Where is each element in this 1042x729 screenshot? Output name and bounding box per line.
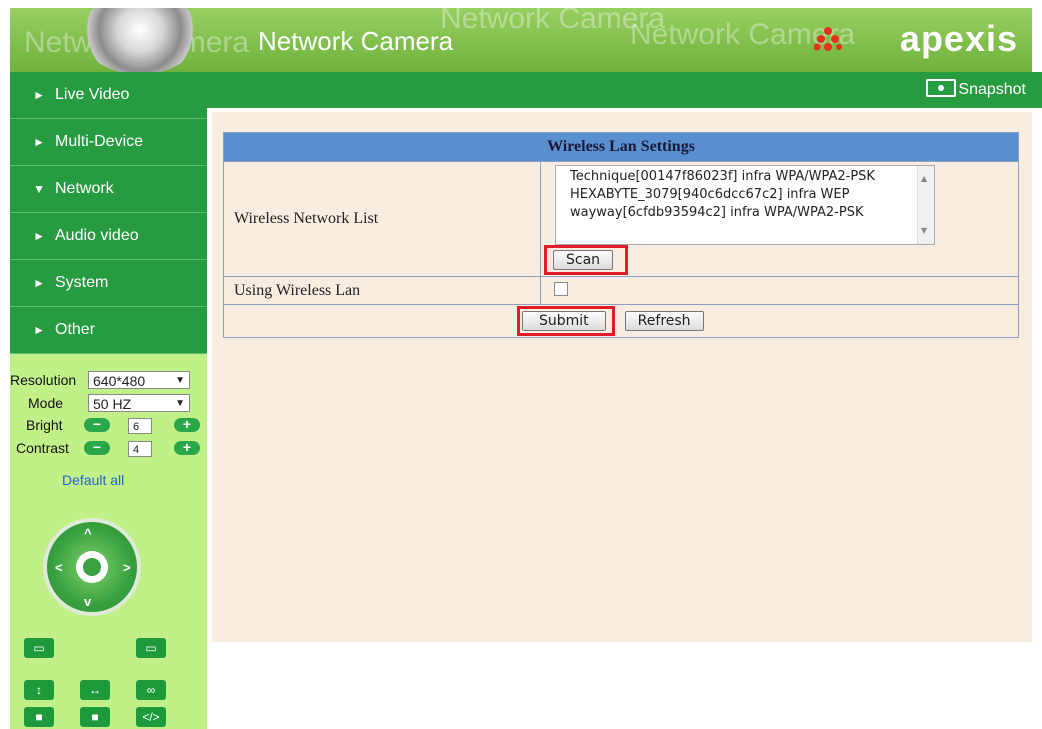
io-on-icon[interactable]: ■ bbox=[80, 707, 110, 727]
triangle-right-icon: ► bbox=[33, 135, 45, 149]
using-wireless-lan-checkbox[interactable] bbox=[554, 281, 568, 296]
using-wireless-lan-label: Using Wireless Lan bbox=[223, 276, 541, 305]
pan-right-icon[interactable]: > bbox=[123, 560, 131, 575]
sidebar-item-system[interactable]: ► System bbox=[10, 260, 207, 307]
scan-highlight: Scan bbox=[544, 245, 629, 275]
horizontal-mirror-icon[interactable]: ↔ bbox=[80, 680, 110, 700]
contrast-value: 4 bbox=[128, 441, 152, 457]
wireless-network-list-label: Wireless Network List bbox=[223, 161, 541, 277]
pan-down-icon[interactable]: v bbox=[84, 594, 91, 609]
sidebar-item-network[interactable]: ▼ Network bbox=[10, 166, 207, 213]
pan-up-icon[interactable]: ^ bbox=[84, 526, 92, 541]
submit-button[interactable]: Submit bbox=[522, 311, 606, 331]
main-content: Wireless Lan Settings Wireless Network L… bbox=[212, 112, 1032, 642]
sidebar-item-multi-device[interactable]: ► Multi-Device bbox=[10, 119, 207, 166]
brand-logo: apexis bbox=[899, 18, 1018, 59]
bright-decrease-button[interactable]: − bbox=[84, 417, 110, 432]
brand-logo-icon bbox=[814, 27, 842, 51]
triangle-right-icon: ► bbox=[33, 323, 45, 337]
preset-call-icon[interactable]: ▭ bbox=[136, 638, 166, 658]
preset-set-icon[interactable]: ▭ bbox=[24, 638, 54, 658]
refresh-button[interactable]: Refresh bbox=[624, 311, 704, 331]
sidebar: ► Live Video ► Multi-Device ▼ Network ► Audi… bbox=[10, 72, 207, 729]
code-icon[interactable]: </> bbox=[136, 707, 166, 727]
sidebar-item-label: Multi-Device bbox=[55, 133, 144, 150]
wireless-lan-settings-panel: Wireless Lan Settings Wireless Network L… bbox=[223, 132, 1019, 338]
panel-title: Wireless Lan Settings bbox=[223, 132, 1019, 162]
triangle-right-icon: ► bbox=[33, 88, 45, 102]
sidebar-item-audio-video[interactable]: ► Audio video bbox=[10, 213, 207, 260]
sidebar-item-label: Network bbox=[55, 180, 114, 197]
resolution-select[interactable]: 640*480 ▼ bbox=[88, 371, 190, 389]
network-item[interactable]: HEXABYTE_3079[940c6dcc67c2] infra WEP bbox=[570, 186, 934, 204]
header-banner: Network Camera Network Camera Network Ca… bbox=[10, 8, 1032, 72]
sidebar-item-live-video[interactable]: ► Live Video bbox=[10, 72, 207, 119]
pan-left-icon[interactable]: < bbox=[55, 560, 63, 575]
scan-button[interactable]: Scan bbox=[553, 250, 614, 270]
triangle-right-icon: ► bbox=[33, 276, 45, 290]
contrast-decrease-button[interactable]: − bbox=[84, 440, 110, 455]
io-off-icon[interactable]: ■ bbox=[24, 707, 54, 727]
vertical-flip-icon[interactable]: ↕ bbox=[24, 680, 54, 700]
submit-highlight: Submit bbox=[517, 306, 615, 336]
sidebar-item-label: Other bbox=[55, 321, 96, 338]
resolution-value: 640*480 bbox=[93, 373, 146, 389]
camera-icon bbox=[926, 79, 957, 97]
bright-label: Bright bbox=[26, 417, 63, 433]
cruise-icon[interactable]: ∞ bbox=[136, 680, 166, 700]
ptz-center-button[interactable] bbox=[76, 551, 108, 583]
scroll-up-icon[interactable]: ▲ bbox=[921, 170, 927, 188]
resolution-label: Resolution bbox=[10, 372, 77, 388]
sidebar-item-label: System bbox=[55, 274, 109, 291]
network-item[interactable]: Technique[00147f86023f] infra WPA/WPA2-P… bbox=[570, 168, 934, 186]
listbox-scrollbar[interactable]: ▲ ▼ bbox=[917, 166, 934, 244]
mode-select[interactable]: 50 HZ ▼ bbox=[88, 394, 190, 412]
contrast-label: Contrast bbox=[16, 440, 69, 456]
chevron-down-icon: ▼ bbox=[175, 398, 185, 409]
chevron-down-icon: ▼ bbox=[175, 375, 185, 386]
scroll-down-icon[interactable]: ▼ bbox=[921, 222, 927, 240]
bright-value: 6 bbox=[128, 418, 152, 434]
snapshot-button[interactable]: Snapshot bbox=[926, 79, 1026, 99]
triangle-down-icon: ▼ bbox=[33, 182, 45, 196]
triangle-right-icon: ► bbox=[33, 229, 45, 243]
sidebar-item-other[interactable]: ► Other bbox=[10, 307, 207, 354]
toolbar: Snapshot bbox=[207, 72, 1042, 111]
ptz-control-pad[interactable]: ^ v < > bbox=[43, 518, 141, 616]
mode-value: 50 HZ bbox=[93, 396, 132, 412]
app-title: Network Camera bbox=[258, 26, 454, 56]
snapshot-label: Snapshot bbox=[958, 81, 1026, 98]
camera-image bbox=[80, 8, 200, 72]
default-all-link[interactable]: Default all bbox=[62, 472, 124, 488]
bright-increase-button[interactable]: + bbox=[174, 417, 200, 432]
wireless-network-listbox[interactable]: Technique[00147f86023f] infra WPA/WPA2-P… bbox=[555, 165, 935, 245]
contrast-increase-button[interactable]: + bbox=[174, 440, 200, 455]
sidebar-item-label: Audio video bbox=[55, 227, 139, 244]
sidebar-item-label: Live Video bbox=[55, 86, 130, 103]
mode-label: Mode bbox=[28, 395, 64, 411]
network-item[interactable]: wayway[6cfdb93594c2] infra WPA/WPA2-PSK bbox=[570, 204, 934, 222]
